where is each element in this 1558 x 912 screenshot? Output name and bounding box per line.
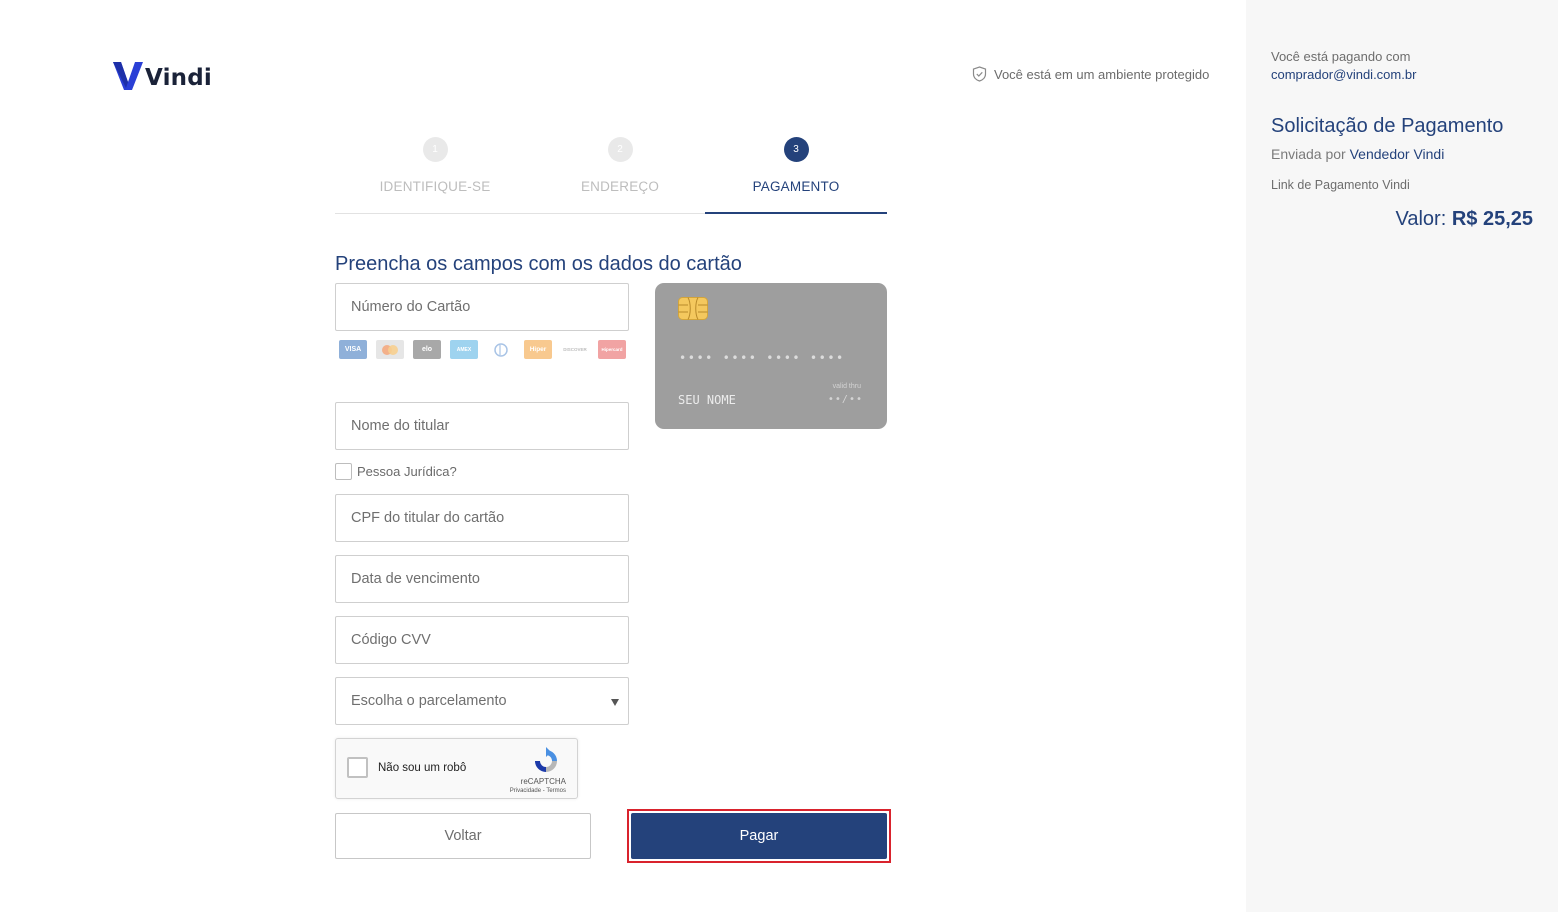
active-step-underline (705, 212, 887, 214)
value-amount: R$ 25,25 (1451, 208, 1533, 230)
recaptcha-label: Não sou um robô (378, 762, 467, 774)
back-button[interactable]: Voltar (335, 813, 591, 859)
checkout-steps: 1 IDENTIFIQUE-SE 2 ENDEREÇO 3 PAGAMENTO (335, 137, 887, 214)
recaptcha-checkbox[interactable] (347, 757, 368, 778)
sent-by-prefix: Enviada por (1271, 146, 1346, 162)
card-preview: •••• •••• •••• •••• SEU NOME valid thru … (655, 283, 887, 429)
card-preview-valid: ••/•• (827, 394, 863, 405)
step-label: PAGAMENTO (752, 179, 840, 194)
diners-brand-icon (487, 340, 515, 359)
pessoa-juridica-label: Pessoa Jurídica? (357, 464, 457, 479)
request-title: Solicitação de Pagamento (1271, 115, 1504, 137)
step-payment[interactable]: 3 PAGAMENTO (725, 137, 867, 194)
pessoa-juridica-checkbox[interactable] (335, 463, 352, 480)
pay-button[interactable]: Pagar (631, 813, 887, 859)
recaptcha-brand: reCAPTCHA (520, 777, 566, 786)
installments-select[interactable]: Escolha o parcelamento (335, 677, 629, 725)
cpf-input[interactable]: CPF do titular do cartão (335, 494, 629, 542)
secure-notice: Você está em um ambiente protegido (972, 66, 1209, 82)
mastercard-brand-icon (376, 340, 404, 359)
step-address[interactable]: 2 ENDEREÇO (560, 137, 680, 194)
sent-by: Enviada por Vendedor Vindi (1271, 146, 1444, 162)
cvv-input[interactable]: Código CVV (335, 616, 629, 664)
form-title: Preencha os campos com os dados do cartã… (335, 253, 742, 275)
holder-name-input[interactable]: Nome do titular (335, 402, 629, 450)
hiper-brand-icon: Hiper (524, 340, 552, 359)
logo-text: Vindi (145, 65, 213, 91)
paying-with-label: Você está pagando com (1271, 49, 1411, 64)
card-preview-name: SEU NOME (678, 393, 736, 407)
card-chip-icon (678, 297, 708, 320)
vendor-name: Vendedor Vindi (1349, 146, 1445, 162)
step-number: 3 (783, 137, 809, 162)
card-number-input[interactable]: Número do Cartão (335, 283, 629, 331)
buyer-email: comprador@vindi.com.br (1271, 67, 1417, 82)
recaptcha-widget: Não sou um robô reCAPTCHA Privacidade - … (335, 738, 578, 799)
discover-brand-icon: DISCOVER (561, 340, 589, 359)
step-identify[interactable]: 1 IDENTIFIQUE-SE (375, 137, 495, 194)
elo-brand-icon: elo (413, 340, 441, 359)
step-number: 1 (422, 137, 448, 162)
card-brands: VISA elo AMEX Hiper DISCOVER Hipercard (339, 340, 635, 359)
value-label: Valor: (1395, 208, 1447, 230)
vindi-logo: Vindi (113, 58, 212, 90)
recaptcha-links[interactable]: Privacidade - Termos (510, 788, 566, 794)
expiry-date-input[interactable]: Data de vencimento (335, 555, 629, 603)
shield-check-icon (972, 66, 987, 82)
checkout-page: Vindi Você está em um ambiente protegido… (0, 0, 1558, 912)
card-preview-valid-label: valid thru (832, 383, 861, 390)
visa-brand-icon: VISA (339, 340, 367, 359)
step-label: IDENTIFIQUE-SE (379, 179, 491, 194)
payment-link-label: Link de Pagamento Vindi (1271, 178, 1410, 192)
card-preview-number: •••• •••• •••• •••• (679, 351, 845, 365)
payment-value: Valor: R$ 25,25 (1396, 208, 1534, 231)
hipercard-brand-icon: Hipercard (598, 340, 626, 359)
amex-brand-icon: AMEX (450, 340, 478, 359)
recaptcha-logo-icon (535, 747, 557, 772)
order-summary-panel: Você está pagando com comprador@vindi.co… (1246, 0, 1558, 912)
vindi-v-icon (113, 62, 143, 90)
pessoa-juridica-row[interactable]: Pessoa Jurídica? (335, 463, 457, 480)
secure-text: Você está em um ambiente protegido (994, 66, 1210, 82)
step-label: ENDEREÇO (580, 179, 660, 194)
step-number: 2 (607, 137, 633, 162)
